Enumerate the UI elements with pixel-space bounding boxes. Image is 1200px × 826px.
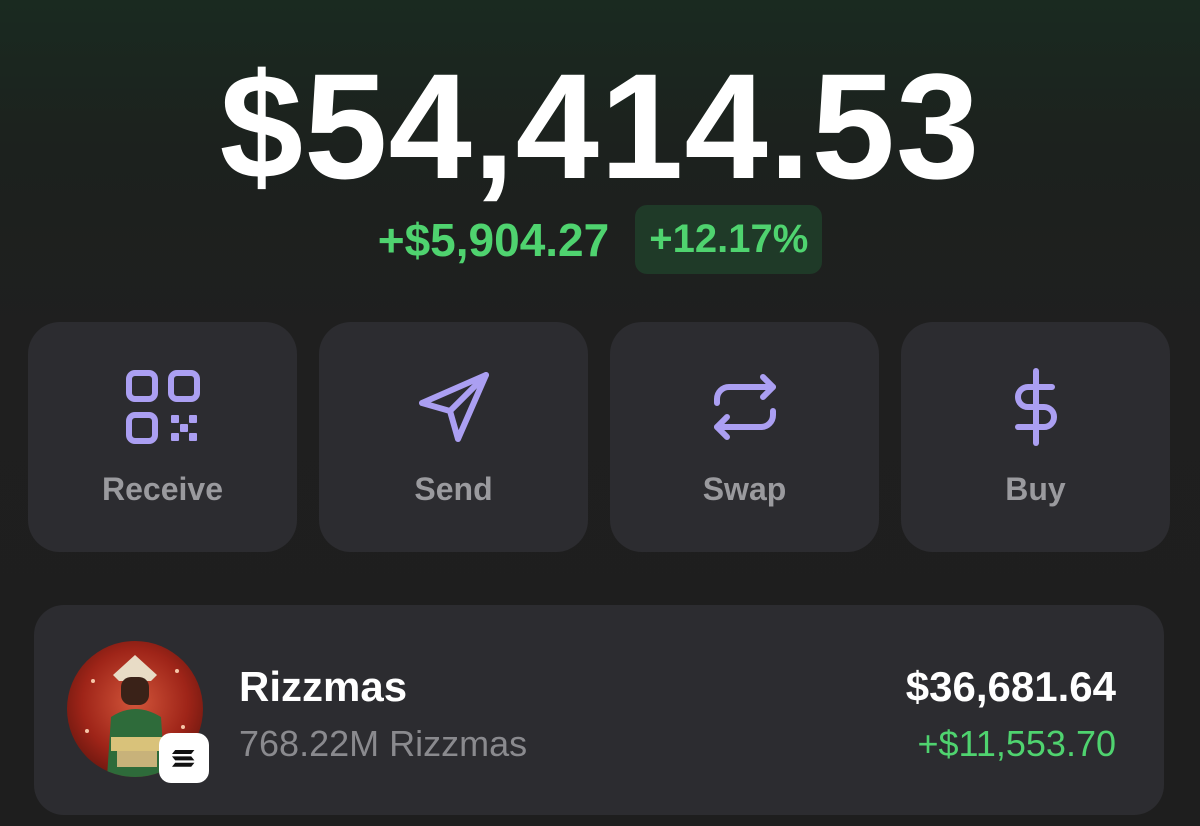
send-icon bbox=[418, 371, 489, 442]
portfolio-change-amount: +$5,904.27 bbox=[377, 213, 610, 266]
wallet-home: $54,414.53 +$5,904.27 +12.17% Receive Se… bbox=[0, 0, 1200, 826]
solana-icon bbox=[159, 733, 209, 783]
action-bar: Receive Send Swap Buy bbox=[28, 322, 1170, 552]
swap-button[interactable]: Swap bbox=[610, 322, 879, 552]
portfolio-balance: $54,414.53 bbox=[219, 42, 981, 210]
swap-icon bbox=[713, 373, 776, 440]
send-label: Send bbox=[414, 470, 493, 507]
dollar-icon bbox=[1014, 367, 1057, 446]
portfolio-change-percent: +12.17% bbox=[635, 205, 823, 274]
token-avatar bbox=[67, 641, 209, 783]
portfolio-change: +$5,904.27 +12.17% bbox=[0, 205, 1200, 274]
token-amount: 768.22M Rizzmas bbox=[239, 723, 528, 764]
token-row[interactable]: Rizzmas 768.22M Rizzmas $36,681.64 +$11,… bbox=[34, 605, 1164, 815]
receive-button[interactable]: Receive bbox=[28, 322, 297, 552]
swap-label: Swap bbox=[702, 470, 787, 507]
send-button[interactable]: Send bbox=[319, 322, 588, 552]
receive-label: Receive bbox=[102, 470, 223, 507]
buy-button[interactable]: Buy bbox=[901, 322, 1170, 552]
token-change: +$11,553.70 bbox=[917, 723, 1116, 764]
token-name: Rizzmas bbox=[239, 663, 408, 710]
qr-code-icon bbox=[125, 369, 200, 444]
token-value: $36,681.64 bbox=[905, 663, 1116, 710]
buy-label: Buy bbox=[1005, 470, 1066, 507]
